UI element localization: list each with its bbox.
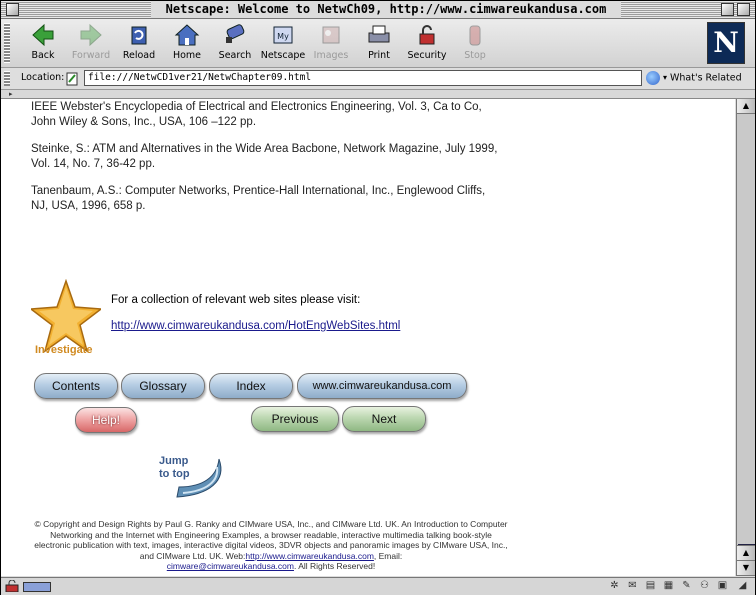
collection-text: For a collection of relevant web sites p… — [111, 294, 361, 306]
reference-item: Steinke, S.: ATM and Alternatives in the… — [31, 143, 498, 170]
copyright-email-label: , Email: — [373, 550, 403, 561]
netscape-label: Netscape — [260, 50, 306, 61]
location-label: Location: — [21, 72, 65, 83]
previous-button[interactable]: Previous — [251, 406, 339, 432]
vertical-scrollbar[interactable]: ▲ ▲ ▼ — [736, 99, 755, 576]
page-content: IEEE Webster's Encyclopedia of Electrica… — [1, 99, 735, 576]
forward-button[interactable]: Forward — [65, 23, 117, 65]
security-button[interactable]: Security — [401, 23, 453, 65]
expand-triangle-icon[interactable]: ▸ — [9, 90, 13, 98]
netscape-my-icon: My — [273, 26, 293, 44]
connection-status-icon — [23, 582, 51, 592]
newsgroups-component-icon[interactable]: ▤ — [643, 580, 658, 592]
images-button[interactable]: Images — [305, 23, 357, 65]
navigation-toolbar: Back Forward Reload Home Search My Netsc… — [1, 19, 755, 68]
toolbar-collapse-grip[interactable] — [4, 23, 10, 63]
stop-icon — [469, 25, 481, 46]
whats-related-label: What's Related — [670, 72, 742, 84]
forward-arrow-icon — [80, 23, 102, 47]
index-button[interactable]: Index — [209, 373, 293, 399]
copyright-notice: © Copyright and Design Rights by Paul G.… — [31, 519, 511, 572]
stop-button[interactable]: Stop — [449, 23, 501, 65]
search-label: Search — [218, 50, 252, 61]
svg-text:My: My — [277, 32, 289, 41]
scroll-down-arrow-icon[interactable]: ▼ — [737, 560, 755, 576]
composer-component-icon[interactable]: ✎ — [679, 580, 694, 592]
security-lock-icon — [419, 25, 435, 45]
images-label: Images — [313, 50, 349, 61]
jump-to-top-label[interactable]: Jump to top — [159, 455, 190, 481]
reference-item: IEEE Webster's Encyclopedia of Electrica… — [31, 101, 482, 128]
help-button[interactable]: Help! — [75, 407, 137, 433]
search-icon — [226, 24, 245, 43]
dropdown-arrow-icon: ▾ — [663, 73, 668, 82]
next-button[interactable]: Next — [342, 406, 426, 432]
back-arrow-icon — [32, 23, 54, 47]
website-button[interactable]: www.cimwareukandusa.com — [297, 373, 467, 399]
back-label: Back — [31, 50, 55, 61]
resize-grip-icon[interactable]: ◢ — [735, 580, 750, 592]
home-button[interactable]: Home — [161, 23, 213, 65]
scroll-up-arrow-icon[interactable]: ▲ — [737, 545, 755, 561]
browser-window: Netscape: Welcome to NetwCh09, http://ww… — [0, 0, 756, 595]
collapse-box[interactable] — [737, 3, 750, 16]
location-bar: Location: ▾What's Related — [1, 68, 755, 90]
title-bar[interactable]: Netscape: Welcome to NetwCh09, http://ww… — [1, 1, 755, 19]
whats-related-icon — [646, 71, 660, 85]
home-label: Home — [172, 50, 202, 61]
close-box[interactable] — [6, 3, 19, 16]
home-icon — [174, 24, 200, 46]
contents-button[interactable]: Contents — [34, 373, 118, 399]
location-url-input[interactable] — [84, 70, 642, 86]
address-book-component-icon[interactable]: ▦ — [661, 580, 676, 592]
images-icon — [322, 26, 340, 44]
scroll-up-arrow-icon[interactable]: ▲ — [737, 99, 755, 114]
copyright-web-link[interactable]: http://www.cimwareukandusa.com — [245, 551, 374, 561]
hot-eng-websites-link[interactable]: http://www.cimwareukandusa.com/HotEngWeb… — [111, 320, 400, 332]
back-button[interactable]: Back — [17, 23, 69, 65]
status-bar: ✲ ✉ ▤ ▦ ✎ ⚇ ▣ ◢ — [1, 577, 755, 595]
jump-label-line: to top — [159, 468, 190, 480]
navigator-component-icon[interactable]: ✲ — [607, 580, 622, 592]
jump-label-line: Jump — [159, 455, 189, 467]
security-status-icon[interactable] — [5, 580, 19, 592]
mail-component-icon[interactable]: ✉ — [625, 580, 640, 592]
whats-related-button[interactable]: ▾ What's Related — [646, 70, 742, 86]
reference-item: Tanenbaum, A.S.: Computer Networks, Pren… — [31, 185, 486, 212]
page-proxy-icon[interactable] — [65, 71, 79, 86]
stop-label: Stop — [464, 50, 486, 61]
personal-toolbar[interactable]: ▸ — [1, 90, 755, 99]
zoom-box[interactable] — [721, 3, 734, 16]
print-icon — [368, 25, 390, 43]
print-button[interactable]: Print — [353, 23, 405, 65]
aim-component-icon[interactable]: ⚇ — [697, 580, 712, 592]
netscape-logo[interactable]: N — [707, 22, 745, 64]
edit-component-icon[interactable]: ▣ — [715, 580, 730, 592]
investigate-label: Investigate — [35, 344, 93, 356]
forward-label: Forward — [71, 50, 111, 61]
netscape-button[interactable]: My Netscape — [257, 23, 309, 65]
reload-icon — [131, 26, 147, 45]
copyright-end: . All Rights Reserved! — [293, 561, 376, 571]
glossary-button[interactable]: Glossary — [121, 373, 205, 399]
reload-button[interactable]: Reload — [113, 23, 165, 65]
location-collapse-grip[interactable] — [4, 71, 10, 86]
copyright-email-link[interactable]: cimware@cimwareukandusa.com — [167, 561, 294, 571]
security-label: Security — [407, 50, 447, 61]
search-button[interactable]: Search — [209, 23, 261, 65]
print-label: Print — [368, 50, 390, 61]
window-title: Netscape: Welcome to NetwCh09, http://ww… — [151, 1, 621, 18]
reload-label: Reload — [122, 50, 156, 61]
